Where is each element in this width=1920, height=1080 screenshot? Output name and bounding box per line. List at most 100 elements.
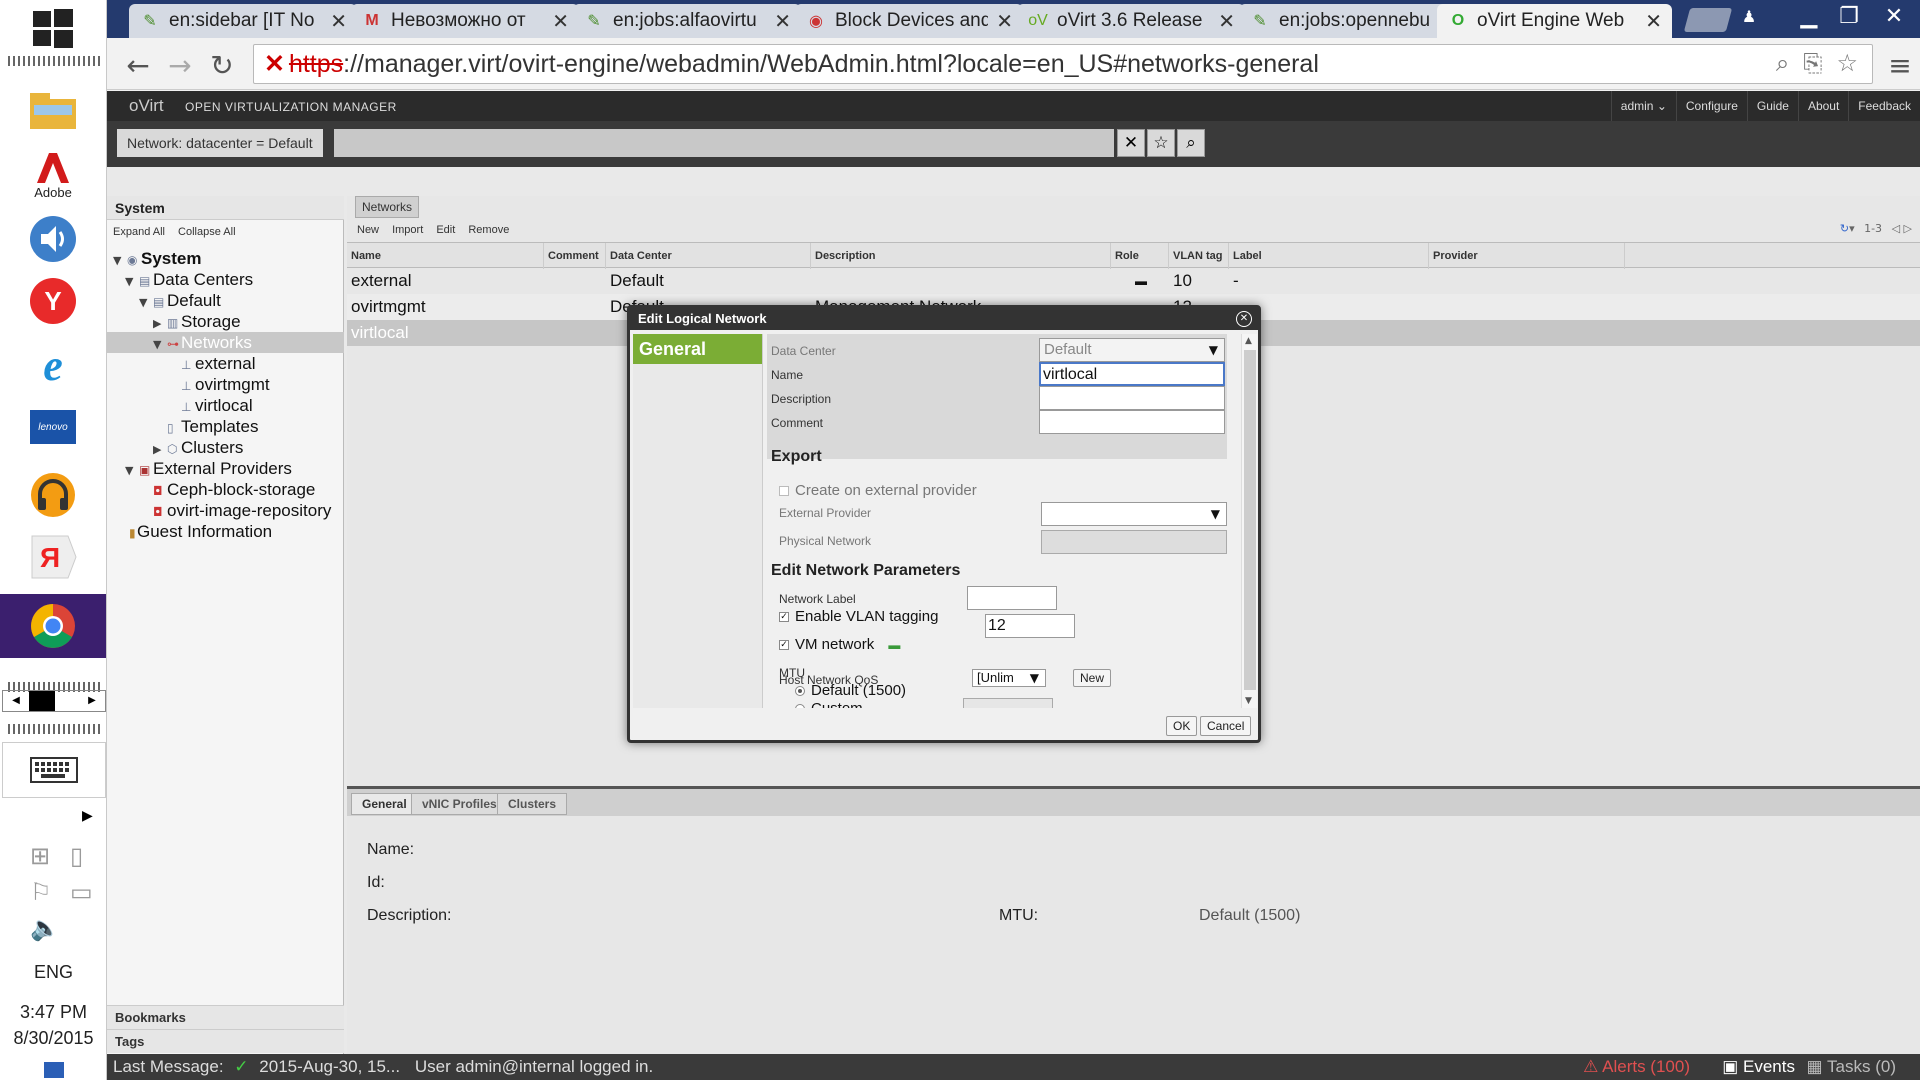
vlan-tag-input[interactable]: 12 <box>985 614 1075 638</box>
mtu-custom-input[interactable] <box>963 698 1053 708</box>
expand-arrow-icon[interactable]: ▶ <box>153 313 167 334</box>
data-center-select[interactable]: Default ▼ <box>1039 338 1225 362</box>
dialog-scrollbar[interactable]: ▲ ▼ <box>1241 334 1257 708</box>
expand-all-link[interactable]: Expand All <box>113 226 165 238</box>
external-provider-select[interactable]: ▼ <box>1041 502 1227 526</box>
scroll-thumb[interactable] <box>29 691 55 711</box>
browser-tab-1[interactable]: ✎ en:sidebar [IT No ✕ <box>129 4 357 38</box>
touch-keyboard-icon[interactable] <box>2 742 106 798</box>
tree-item-system[interactable]: ▼ ◉ System <box>107 248 344 269</box>
bookmarks-panel[interactable]: Bookmarks <box>107 1005 344 1029</box>
expand-arrow-icon[interactable]: ▼ <box>153 334 167 355</box>
tree-item-ovirtmgmt[interactable]: ⊥ ovirtmgmt <box>107 374 344 395</box>
tree-item-default[interactable]: ▼ ▤ Default <box>107 290 344 311</box>
yandex-icon[interactable]: Я <box>24 528 82 586</box>
close-tab-icon[interactable]: ✕ <box>774 9 791 34</box>
tree-item-data-centers[interactable]: ▼ ▤ Data Centers <box>107 269 344 290</box>
expand-arrow-icon[interactable]: ▶ <box>153 439 167 460</box>
bookmark-search-icon[interactable]: ☆ <box>1147 129 1175 157</box>
close-icon[interactable]: ✕ <box>1236 311 1252 327</box>
volume-app-icon[interactable] <box>24 210 82 268</box>
col-data-center[interactable]: Data Center <box>606 243 811 269</box>
host-network-qos-select[interactable]: [Unlim ▼ <box>972 669 1046 687</box>
name-input[interactable]: virtlocal <box>1039 362 1225 386</box>
back-icon[interactable]: ← <box>121 48 155 82</box>
browser-tab-2[interactable]: M Невозможно от ✕ <box>351 4 579 38</box>
scroll-right-icon[interactable]: ▶ <box>79 691 105 711</box>
tree-item-templates[interactable]: ▯ Templates <box>107 416 344 437</box>
clock-time[interactable]: 3:47 PM <box>0 1002 107 1023</box>
close-tab-icon[interactable]: ✕ <box>1645 9 1662 34</box>
tree-item-networks[interactable]: ▼ ⊶ Networks <box>107 332 344 353</box>
remove-button[interactable]: Remove <box>468 224 509 236</box>
description-input[interactable] <box>1039 386 1225 410</box>
lenovo-icon[interactable]: lenovo <box>24 398 82 456</box>
show-hidden-icons-icon[interactable]: ▶ <box>82 808 93 824</box>
close-window-button[interactable]: ✕ <box>1872 0 1916 32</box>
new-qos-button[interactable]: New <box>1073 669 1112 687</box>
prev-page-icon[interactable]: ◁ <box>1892 222 1900 235</box>
browser-tab-6[interactable]: ✎ en:jobs:opennebu ✕ <box>1239 4 1467 38</box>
cancel-button[interactable]: Cancel <box>1200 716 1252 736</box>
url-input[interactable]: ✕ https ://manager.virt/ovirt-engine/web… <box>253 44 1873 84</box>
translate-icon[interactable]: ⎘ <box>1803 49 1822 77</box>
bookmark-star-icon[interactable]: ☆ <box>1836 49 1858 77</box>
browser-tab-5[interactable]: oV oVirt 3.6 Release ✕ <box>1017 4 1245 38</box>
guide-link[interactable]: Guide <box>1746 91 1798 121</box>
new-tab-button[interactable] <box>1683 8 1733 32</box>
col-comment[interactable]: Comment <box>544 243 606 269</box>
expand-arrow-icon[interactable]: ▼ <box>139 292 153 313</box>
expand-arrow-icon[interactable]: ▼ <box>113 250 127 271</box>
tree-item-clusters[interactable]: ▶ ⬡ Clusters <box>107 437 344 458</box>
tree-item-external-providers[interactable]: ▼ ▣ External Providers <box>107 458 344 479</box>
detail-tab-clusters[interactable]: Clusters <box>497 793 568 815</box>
alerts-button[interactable]: ⚠ Alerts (100) <box>1583 1057 1690 1077</box>
close-tab-icon[interactable]: ✕ <box>552 9 569 34</box>
file-explorer-icon[interactable] <box>24 82 82 140</box>
language-indicator[interactable]: ENG <box>0 962 107 983</box>
expand-arrow-icon[interactable]: ▼ <box>125 460 139 481</box>
clock-date[interactable]: 8/30/2015 <box>0 1028 107 1049</box>
chrome-menu-icon[interactable]: ≡ <box>1883 48 1917 82</box>
action-center-flag-icon[interactable]: ⚐ <box>30 878 52 906</box>
tree-item-ceph[interactable]: ◘ Ceph-block-storage <box>107 479 344 500</box>
google-music-icon[interactable] <box>24 466 82 524</box>
new-button[interactable]: New <box>357 224 379 236</box>
tree-item-guest-information[interactable]: ▮Guest Information <box>107 521 344 542</box>
tree-item-virtlocal[interactable]: ⊥ virtlocal <box>107 395 344 416</box>
col-label[interactable]: Label <box>1229 243 1429 269</box>
tree-item-storage[interactable]: ▶ ▥ Storage <box>107 311 344 332</box>
scroll-down-icon[interactable]: ▼ <box>1245 696 1252 706</box>
close-tab-icon[interactable]: ✕ <box>1218 9 1235 34</box>
col-vlan-tag[interactable]: VLAN tag <box>1169 243 1229 269</box>
clear-search-icon[interactable]: ✕ <box>1117 129 1145 157</box>
close-tab-icon[interactable]: ✕ <box>330 9 347 34</box>
create-external-checkbox[interactable]: Create on external provider <box>779 482 977 499</box>
detail-tab-general[interactable]: General <box>351 793 418 815</box>
minimize-button[interactable]: ▁ <box>1787 0 1831 32</box>
windows-start-icon[interactable] <box>24 0 82 58</box>
tags-panel[interactable]: Tags <box>107 1029 344 1053</box>
chrome-active-slot[interactable] <box>0 594 106 658</box>
scroll-thumb[interactable] <box>1244 350 1256 690</box>
detail-tab-vnic-profiles[interactable]: vNIC Profiles <box>411 793 508 815</box>
mtu-custom-radio[interactable]: Custom <box>795 700 863 708</box>
import-button[interactable]: Import <box>392 224 423 236</box>
scroll-left-icon[interactable]: ◀ <box>3 691 29 711</box>
adobe-icon[interactable]: Adobe <box>24 146 82 204</box>
scroll-up-icon[interactable]: ▲ <box>1245 336 1252 346</box>
tree-item-external[interactable]: ⊥ external <box>107 353 344 374</box>
events-button[interactable]: ▣ Events <box>1722 1057 1795 1077</box>
tasks-button[interactable]: ▦ Tasks (0) <box>1807 1057 1896 1077</box>
reload-icon[interactable]: ↻ <box>205 48 239 82</box>
table-row[interactable]: external Default ▬ 10 - <box>347 268 1920 294</box>
search-icon[interactable]: ⌕ <box>1177 129 1205 157</box>
close-tab-icon[interactable]: ✕ <box>996 9 1013 34</box>
user-profile-icon[interactable]: ♟ <box>1727 0 1771 32</box>
admin-user-menu[interactable]: admin ⌄ <box>1610 91 1676 121</box>
edit-button[interactable]: Edit <box>436 224 455 236</box>
expand-arrow-icon[interactable]: ▼ <box>125 271 139 292</box>
yandex-browser-icon[interactable]: Y <box>24 272 82 330</box>
tree-item-ovirt-image-repo[interactable]: ◘ ovirt-image-repository <box>107 500 344 521</box>
show-desktop-icon[interactable] <box>44 1062 64 1078</box>
